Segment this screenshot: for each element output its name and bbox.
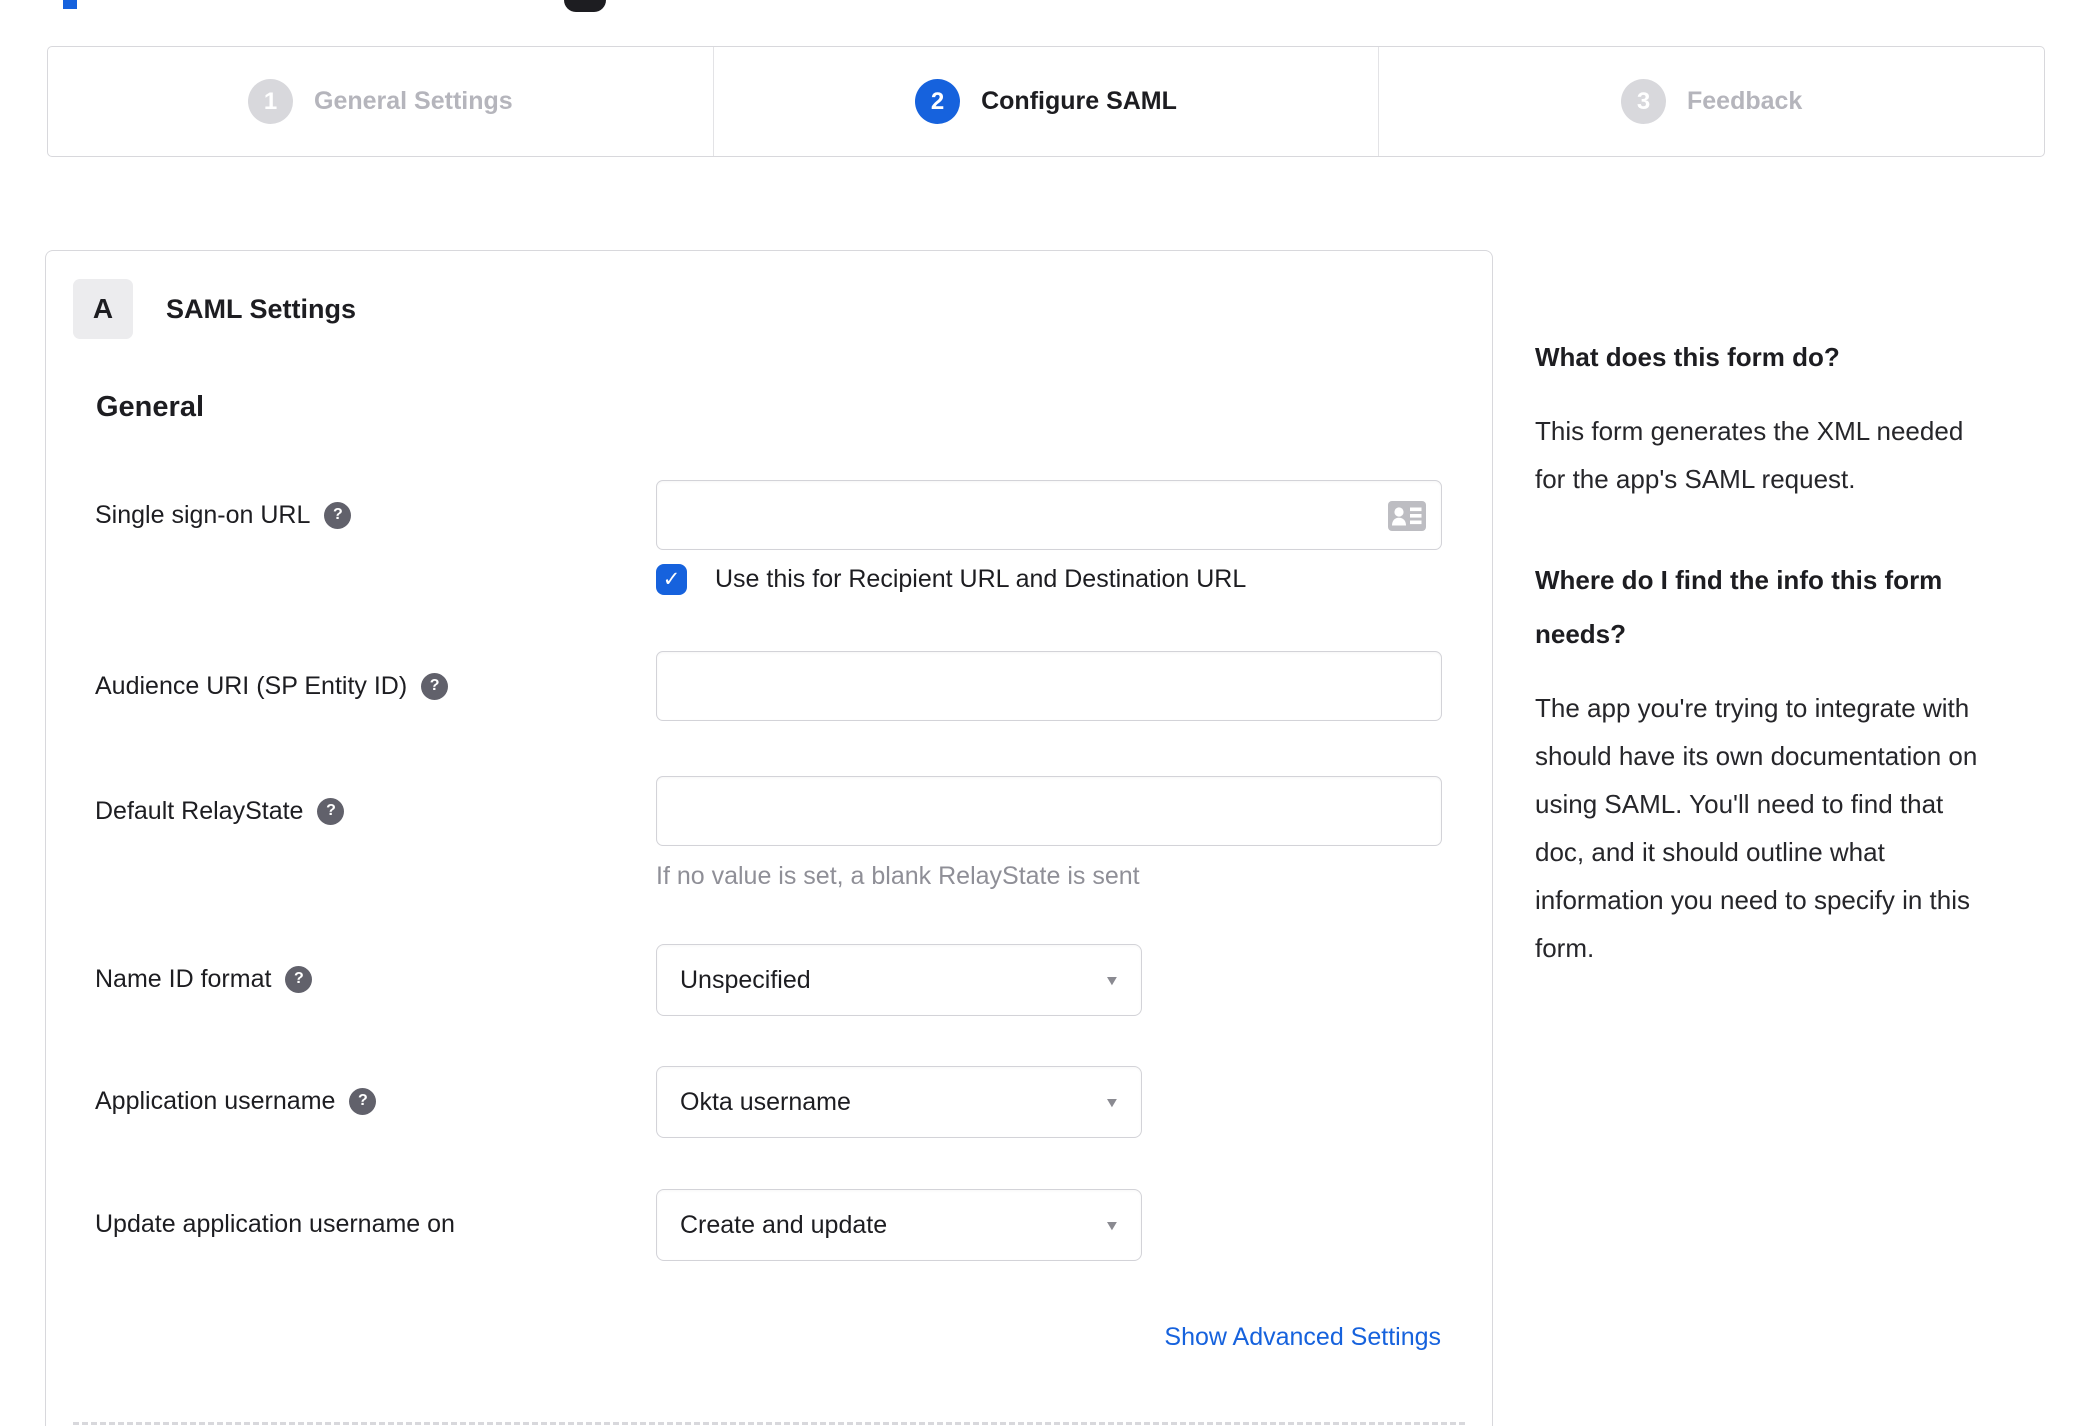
- audience-uri-input[interactable]: [657, 652, 1441, 720]
- select-value: Okta username: [680, 1087, 851, 1116]
- select-value: Unspecified: [680, 965, 811, 994]
- field-label: Application username: [95, 1086, 336, 1115]
- recipient-url-checkbox-label[interactable]: Use this for Recipient URL and Destinati…: [715, 565, 1246, 594]
- help-icon[interactable]: ?: [317, 797, 345, 825]
- chevron-down-icon: ▼: [1103, 1094, 1121, 1110]
- chevron-down-icon: ▼: [1103, 1217, 1121, 1233]
- sso-url-input-wrap: [656, 480, 1442, 550]
- sidebar-heading: Where do I find the info this form needs…: [1535, 564, 1943, 650]
- sidebar-block-what: What does this form do? This form genera…: [1535, 330, 2075, 503]
- sidebar-block-where: Where do I find the info this form needs…: [1535, 553, 2075, 973]
- sidebar-body-text: The app you're trying to integrate with …: [1535, 692, 1978, 964]
- field-label: Audience URI (SP Entity ID): [95, 671, 408, 700]
- field-row-app-username: Application username ? Okta username ▼: [95, 1066, 1465, 1138]
- contact-card-icon[interactable]: [1388, 501, 1426, 536]
- saml-settings-panel: A SAML Settings General Single sign-on U…: [45, 250, 1493, 1426]
- help-icon[interactable]: ?: [421, 672, 449, 700]
- section-letter-badge: A: [73, 279, 133, 339]
- field-label-wrap: Name ID format ?: [95, 944, 656, 1014]
- field-label-wrap: Audience URI (SP Entity ID) ?: [95, 651, 656, 721]
- field-label-wrap: Default RelayState ?: [95, 776, 656, 846]
- field-label-wrap: Update application username on: [95, 1189, 656, 1259]
- relaystate-helper-text: If no value is set, a blank RelayState i…: [656, 862, 1140, 890]
- step-label: Configure SAML: [981, 87, 1177, 115]
- field-control-col: If no value is set, a blank RelayState i…: [656, 776, 1442, 891]
- step-general-settings[interactable]: 1 General Settings: [48, 47, 713, 156]
- field-control-col: [656, 651, 1442, 721]
- field-label: Update application username on: [95, 1209, 455, 1238]
- recipient-url-checkbox-row: ✓ Use this for Recipient URL and Destina…: [656, 564, 1442, 595]
- step-configure-saml[interactable]: 2 Configure SAML: [712, 47, 1379, 156]
- field-label-wrap: Application username ?: [95, 1066, 656, 1136]
- step-number-badge: 2: [915, 79, 961, 124]
- clipped-blue-fragment: [63, 0, 77, 9]
- step-feedback[interactable]: 3 Feedback: [1378, 47, 2044, 156]
- sidebar-body-text: This form generates the XML needed for t…: [1535, 415, 1964, 494]
- section-header: A SAML Settings: [73, 279, 1465, 339]
- app-username-select[interactable]: Okta username ▼: [656, 1066, 1142, 1138]
- audience-uri-input-wrap: [656, 651, 1442, 721]
- section-dashed-divider: [73, 1422, 1465, 1425]
- field-label: Single sign-on URL: [95, 500, 311, 529]
- show-advanced-settings-link[interactable]: Show Advanced Settings: [1164, 1323, 1441, 1351]
- field-label: Default RelayState: [95, 796, 304, 825]
- wizard-stepper: 1 General Settings 2 Configure SAML 3 Fe…: [47, 46, 2045, 157]
- field-label: Name ID format: [95, 964, 272, 993]
- field-row-nameid-format: Name ID format ? Unspecified ▼: [95, 944, 1465, 1016]
- advanced-settings-row: Show Advanced Settings: [95, 1323, 1465, 1352]
- field-row-sso-url: Single sign-on URL ? ✓ Use this for Reci…: [95, 480, 1465, 595]
- sidebar-heading: What does this form do?: [1535, 342, 1840, 372]
- relaystate-input[interactable]: [657, 777, 1441, 845]
- help-icon[interactable]: ?: [285, 965, 313, 993]
- step-label: Feedback: [1687, 87, 1803, 115]
- step-number-badge: 1: [248, 79, 293, 124]
- update-username-select[interactable]: Create and update ▼: [656, 1189, 1142, 1261]
- field-label-wrap: Single sign-on URL ?: [95, 480, 656, 550]
- recipient-url-checkbox[interactable]: ✓: [656, 564, 687, 595]
- clipped-heading-fragment: [564, 0, 606, 12]
- chevron-down-icon: ▼: [1103, 972, 1121, 988]
- field-row-update-username: Update application username on Create an…: [95, 1189, 1465, 1261]
- help-sidebar: What does this form do? This form genera…: [1535, 250, 2075, 1426]
- select-value: Create and update: [680, 1210, 888, 1239]
- field-row-audience-uri: Audience URI (SP Entity ID) ?: [95, 651, 1465, 721]
- section-title: SAML Settings: [166, 293, 357, 324]
- field-row-relaystate: Default RelayState ? If no value is set,…: [95, 776, 1465, 891]
- relaystate-input-wrap: [656, 776, 1442, 846]
- saml-form: Single sign-on URL ? ✓ Use this for Reci…: [95, 480, 1465, 1352]
- help-icon[interactable]: ?: [324, 501, 352, 529]
- step-label: General Settings: [314, 87, 513, 115]
- step-number-badge: 3: [1621, 79, 1666, 124]
- help-icon[interactable]: ?: [349, 1087, 377, 1115]
- sso-url-input[interactable]: [657, 481, 1441, 549]
- general-heading: General: [96, 391, 204, 423]
- nameid-format-select[interactable]: Unspecified ▼: [656, 944, 1142, 1016]
- field-control-col: ✓ Use this for Recipient URL and Destina…: [656, 480, 1442, 595]
